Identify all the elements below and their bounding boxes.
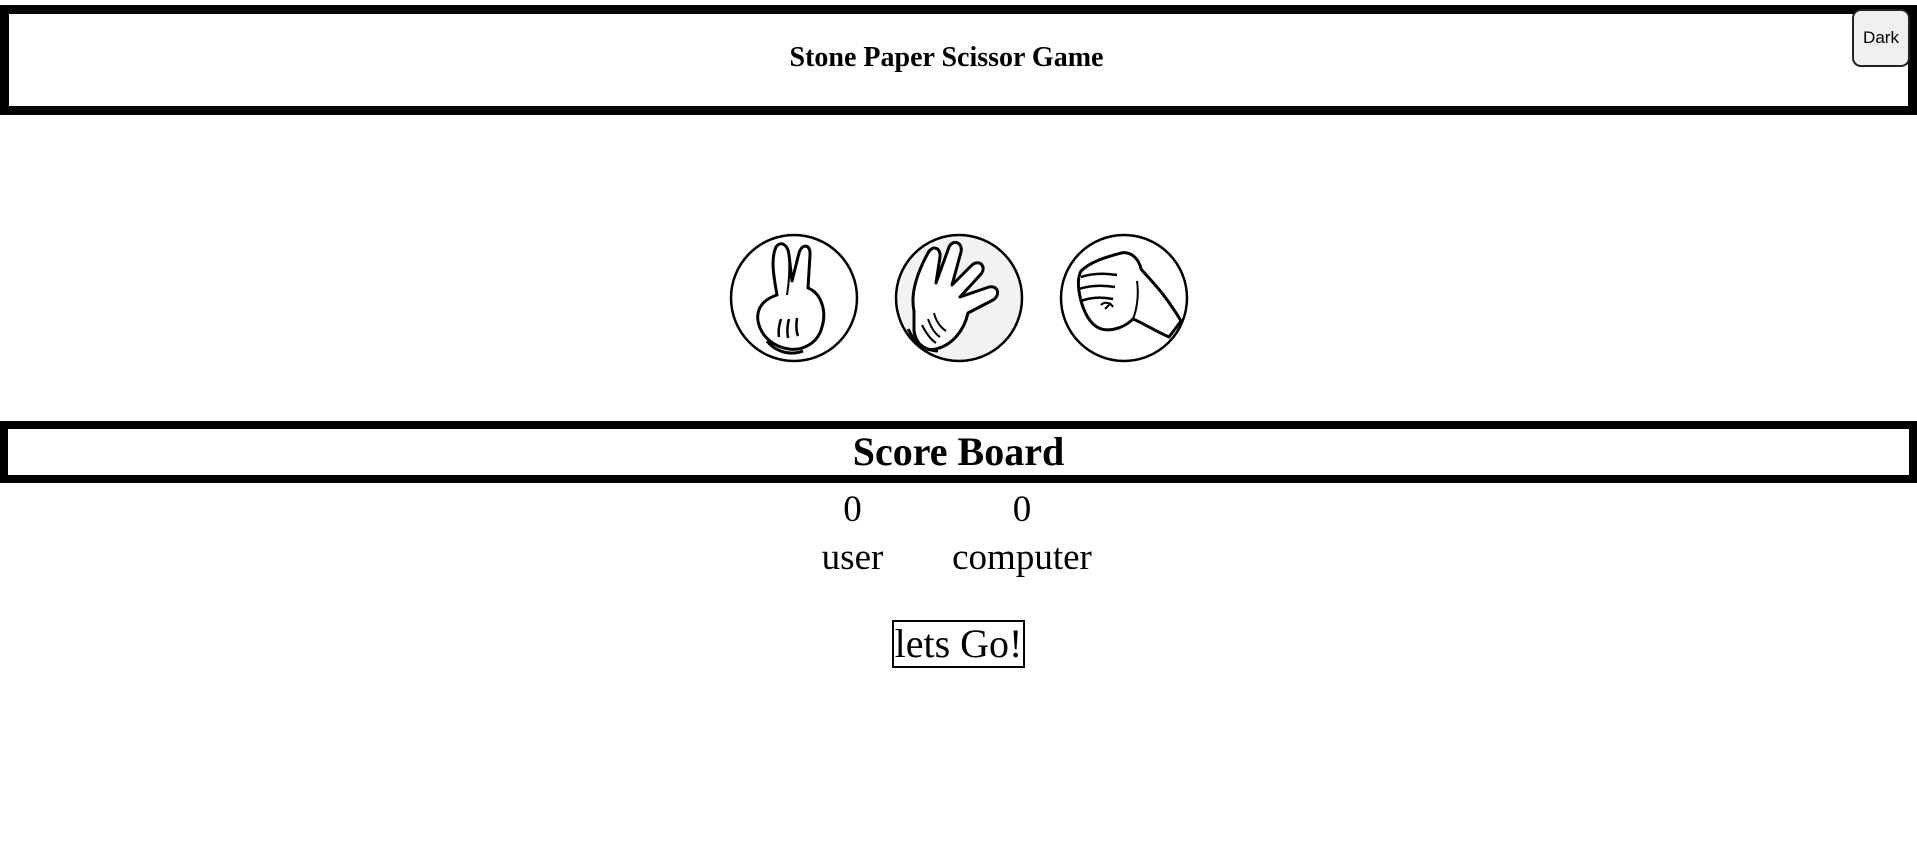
page-title: Stone Paper Scissor Game [789,42,1104,73]
scoreboard-bar: Score Board [0,421,1917,483]
user-score-value: 0 [843,489,862,530]
choices-row [729,233,1189,363]
user-score-label: user [821,537,884,578]
computer-score-label: computer [952,537,1092,578]
dark-mode-button[interactable]: Dark [1852,9,1910,67]
computer-score-value: 0 [1012,489,1032,530]
paper-choice[interactable] [894,233,1024,363]
header-bar: Stone Paper Scissor Game [0,5,1917,115]
user-score: 0 user [795,486,910,582]
stone-choice[interactable] [1059,233,1189,363]
scissor-choice[interactable] [729,233,859,363]
computer-score: 0 computer [932,486,1112,582]
message-box[interactable]: lets Go! [892,620,1025,668]
scissor-hand-icon [729,233,859,363]
stone-fist-icon [1059,233,1189,363]
scoreboard-title: Score Board [852,428,1065,474]
paper-hand-icon [894,233,1024,363]
